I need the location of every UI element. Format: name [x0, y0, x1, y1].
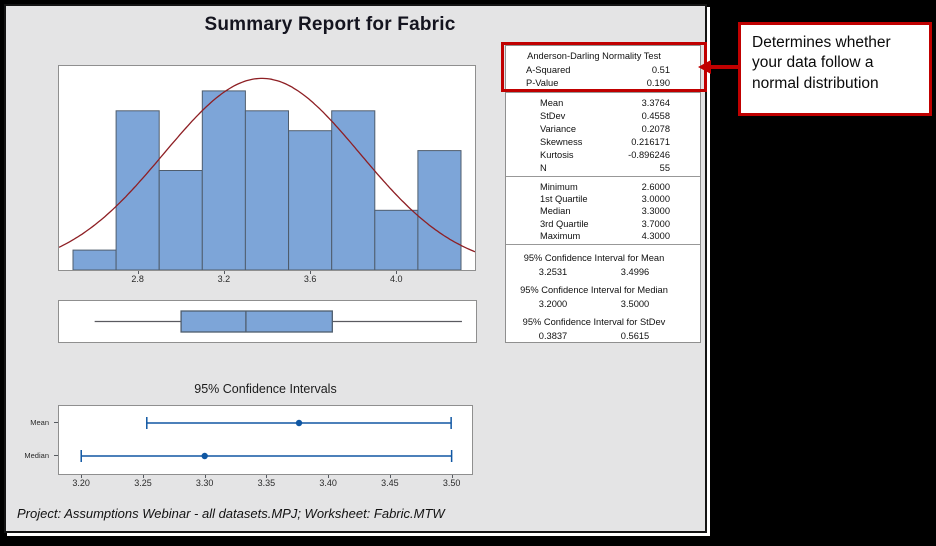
stat-value: 3.7000: [642, 218, 670, 230]
ci-value: 0.5615: [594, 330, 676, 343]
stat-label: Maximum: [540, 230, 580, 242]
ci-values: 3.20003.5000: [506, 298, 700, 313]
annotation-callout: Determines whether your data follow a no…: [738, 22, 932, 116]
report-footer: Project: Assumptions Webinar - all datas…: [17, 506, 445, 521]
ci-value: 3.4996: [594, 266, 676, 279]
boxplot-chart: [59, 301, 476, 342]
axis-tick-label: 3.35: [258, 478, 276, 488]
stat-value: 0.4558: [642, 110, 670, 123]
stat-label: Median: [540, 205, 571, 217]
ci-header: 95% Confidence Interval for StDev: [506, 315, 700, 330]
stat-row: Skewness 0.216171: [506, 136, 700, 149]
ci-x-axis: 3.20 3.25 3.30 3.35 3.40 3.45 3.50: [58, 475, 473, 491]
axis-tick-label: 3.20: [72, 478, 90, 488]
axis-tick-label: 3.2: [218, 274, 231, 284]
stat-label: StDev: [540, 110, 565, 123]
stat-label: Kurtosis: [540, 149, 574, 162]
stat-label: Variance: [540, 123, 576, 136]
axis-tick-label: 3.40: [319, 478, 337, 488]
ci-value: 3.5000: [594, 298, 676, 311]
stat-value: 3.3000: [642, 205, 670, 217]
ci-interval-chart: [59, 406, 472, 474]
stat-label: 1st Quartile: [540, 193, 588, 205]
report-title: Summary Report for Fabric: [6, 14, 654, 36]
stat-value: -0.896246: [628, 149, 670, 162]
ci-value: 0.3837: [512, 330, 594, 343]
callout-arrowhead-icon: [698, 60, 711, 74]
ci-values: 0.38370.5615: [506, 330, 700, 345]
stat-value: 3.0000: [642, 193, 670, 205]
stats-section: Minimum 2.6000 1st Quartile 3.0000 Median 3.3…: [506, 176, 700, 244]
stat-row: Kurtosis -0.896246: [506, 149, 700, 162]
axis-tick-label: 2.8: [131, 274, 144, 284]
axis-tick: [54, 422, 58, 423]
ci-y-axis: Mean Median: [6, 405, 58, 475]
minitab-summary-report: Summary Report for Fabric 2.8 3.2 3.6 4.0 9…: [4, 4, 707, 533]
histogram-chart: [59, 66, 475, 270]
stat-label: 3rd Quartile: [540, 218, 589, 230]
ci-chart-title: 95% Confidence Intervals: [58, 382, 473, 396]
axis-tick-label: 3.50: [443, 478, 461, 488]
axis-tick-label: 3.45: [381, 478, 399, 488]
stat-value: 2.6000: [642, 181, 670, 193]
axis-tick-label: 3.25: [134, 478, 152, 488]
axis-tick-label: 3.30: [196, 478, 214, 488]
ci-values: 3.25313.4996: [506, 266, 700, 281]
category-label: Median: [24, 451, 49, 460]
stat-row: Variance 0.2078: [506, 123, 700, 136]
ci-value: 3.2000: [512, 298, 594, 311]
histogram-x-axis: 2.8 3.2 3.6 4.0: [58, 271, 476, 287]
stat-label: Minimum: [540, 181, 578, 193]
axis-tick: [54, 455, 58, 456]
axis-tick-label: 3.6: [304, 274, 317, 284]
stat-label: N: [540, 162, 547, 175]
ci-header: 95% Confidence Interval for Median: [506, 283, 700, 298]
boxplot-panel: [58, 300, 477, 343]
annotation-text: Determines whether your data follow a no…: [752, 34, 891, 92]
stat-row: StDev 0.4558: [506, 110, 700, 123]
stats-section: Mean3.3764StDev0.4558Variance0.2078Skewn…: [506, 92, 700, 176]
stat-value: 0.216171: [631, 136, 670, 149]
anderson-darling-highlight-box: [501, 42, 707, 92]
stat-row: 3rd Quartile 3.7000: [506, 218, 700, 230]
stat-row: Maximum 4.3000: [506, 230, 700, 242]
ci-value: 3.2531: [512, 266, 594, 279]
callout-arrow: [711, 65, 739, 69]
stat-value: 0.2078: [642, 123, 670, 136]
axis-tick-label: 4.0: [390, 274, 403, 284]
category-label: Mean: [30, 418, 49, 427]
stat-label: Mean: [540, 97, 563, 110]
ci-header: 95% Confidence Interval for Mean: [506, 251, 700, 266]
stat-label: Skewness: [540, 136, 582, 149]
stat-value: 4.3000: [642, 230, 670, 242]
histogram-panel: [58, 65, 476, 271]
ci-interval-panel: [58, 405, 473, 475]
stat-value: 55: [660, 162, 670, 175]
stat-row: Median 3.3000: [506, 205, 700, 217]
stats-section: 95% Confidence Interval for Mean3.25313.…: [506, 244, 700, 347]
stat-row: N 55: [506, 162, 700, 175]
stat-row: 1st Quartile 3.0000: [506, 193, 700, 205]
stat-value: 3.3764: [642, 97, 670, 110]
stat-row: Mean 3.3764: [506, 97, 700, 110]
stat-row: Minimum 2.6000: [506, 181, 700, 193]
